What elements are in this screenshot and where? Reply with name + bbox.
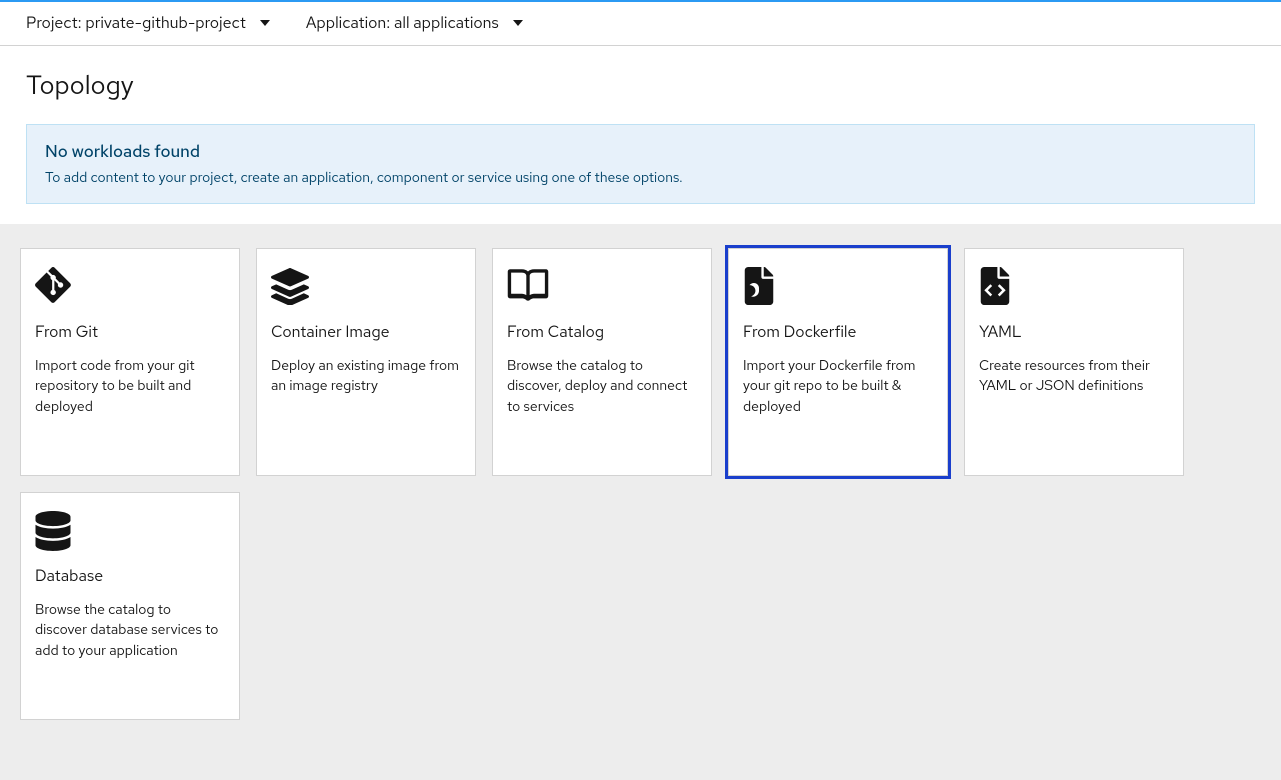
application-label: Application: all applications — [306, 12, 499, 33]
project-selector[interactable]: Project: private-github-project — [26, 12, 270, 33]
card-from-catalog[interactable]: From Catalog Browse the catalog to disco… — [492, 248, 712, 476]
card-from-dockerfile[interactable]: From Dockerfile Import your Dockerfile f… — [728, 248, 948, 476]
context-bar: Project: private-github-project Applicat… — [0, 2, 1281, 46]
card-desc: Browse the catalog to discover, deploy a… — [507, 356, 697, 417]
card-title: From Catalog — [507, 321, 697, 342]
chevron-down-icon — [260, 20, 270, 26]
database-icon — [35, 511, 225, 553]
project-label: Project: private-github-project — [26, 12, 246, 33]
card-desc: Deploy an existing image from an image r… — [271, 356, 461, 397]
card-desc: Create resources from their YAML or JSON… — [979, 356, 1169, 397]
page-header: Topology — [0, 46, 1281, 124]
card-title: From Git — [35, 321, 225, 342]
card-container-image[interactable]: Container Image Deploy an existing image… — [256, 248, 476, 476]
info-banner: No workloads found To add content to you… — [26, 124, 1255, 204]
card-database[interactable]: Database Browse the catalog to discover … — [20, 492, 240, 720]
card-title: From Dockerfile — [743, 321, 933, 342]
card-grid: From Git Import code from your git repos… — [0, 224, 1281, 780]
catalog-icon — [507, 267, 697, 309]
banner-text: To add content to your project, create a… — [45, 169, 1236, 187]
card-desc: Browse the catalog to discover database … — [35, 600, 225, 661]
dockerfile-icon — [743, 267, 933, 309]
card-desc: Import code from your git repository to … — [35, 356, 225, 417]
git-icon — [35, 267, 225, 309]
layers-icon — [271, 267, 461, 309]
card-from-git[interactable]: From Git Import code from your git repos… — [20, 248, 240, 476]
card-title: YAML — [979, 321, 1169, 342]
card-desc: Import your Dockerfile from your git rep… — [743, 356, 933, 417]
chevron-down-icon — [513, 20, 523, 26]
banner-title: No workloads found — [45, 141, 1236, 163]
application-selector[interactable]: Application: all applications — [306, 12, 523, 33]
code-file-icon — [979, 267, 1169, 309]
page-title: Topology — [26, 68, 1255, 102]
card-title: Container Image — [271, 321, 461, 342]
card-yaml[interactable]: YAML Create resources from their YAML or… — [964, 248, 1184, 476]
card-title: Database — [35, 565, 225, 586]
